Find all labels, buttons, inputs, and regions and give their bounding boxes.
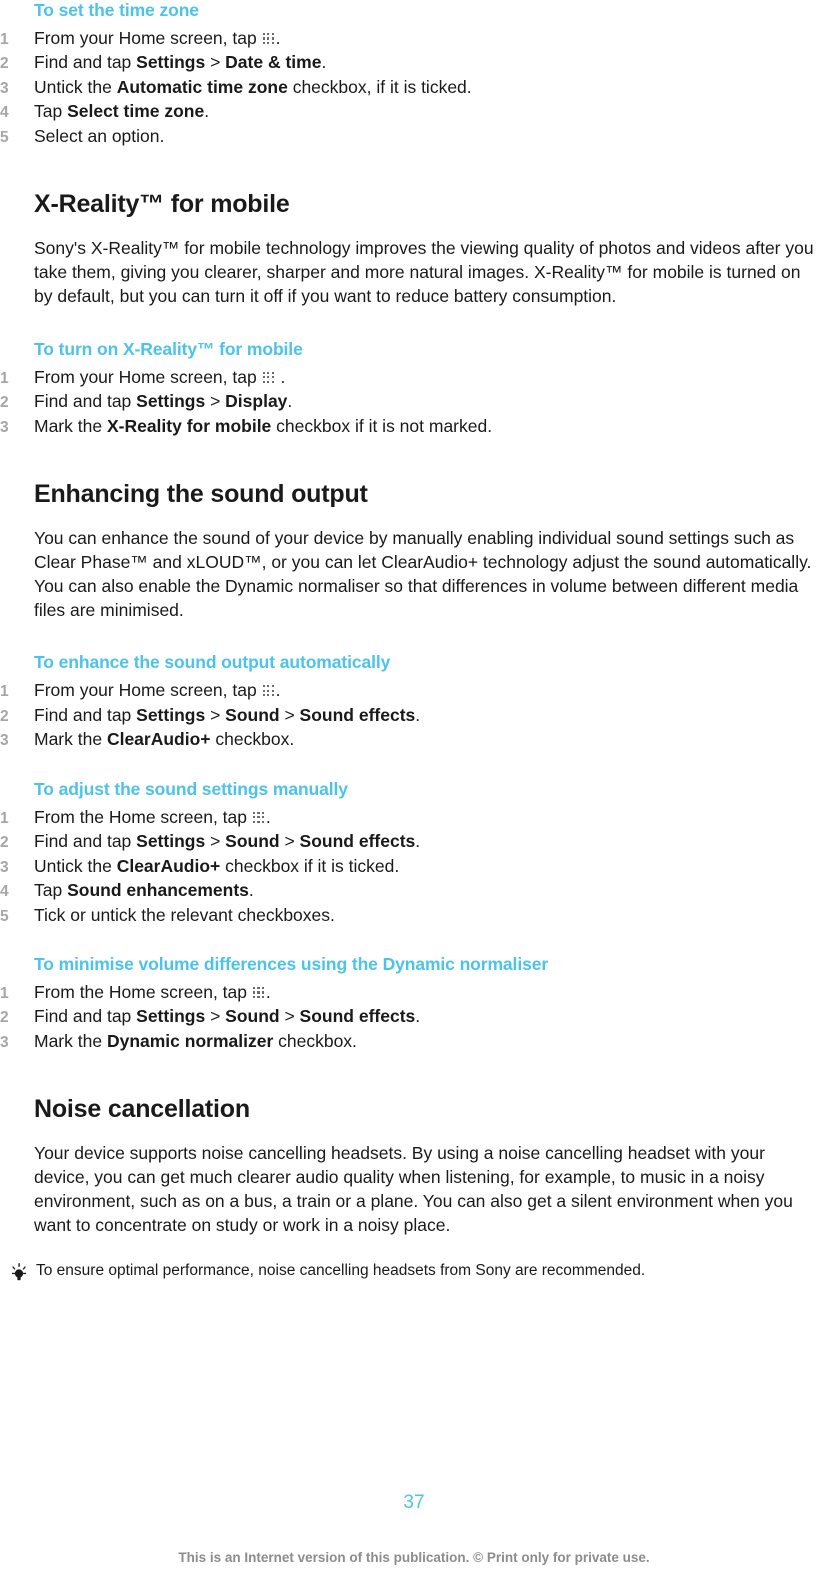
step-text: From the Home screen, tap . <box>34 806 271 827</box>
procedure-steps: 1 From your Home screen, tap . 2 Find and t… <box>0 366 828 440</box>
page-content: To set the time zone 1 From your Home scr… <box>0 0 828 1282</box>
procedure-title: To enhance the sound output automaticall… <box>34 652 391 673</box>
step-number: 2 <box>0 834 9 852</box>
step-number: 3 <box>0 1033 9 1051</box>
procedure-title: To set the time zone <box>34 0 199 20</box>
step-number: 3 <box>0 79 9 97</box>
procedure-step: 2 Find and tap Settings > Sound > Sound e… <box>0 1005 828 1030</box>
procedure-step: 1 From the Home screen, tap . <box>0 981 828 1006</box>
procedure-step: 1 From the Home screen, tap . <box>0 806 828 831</box>
procedure-title: To turn on X-Reality™ for mobile <box>34 338 303 359</box>
step-text: Find and tap Settings > Sound > Sound ef… <box>34 1006 421 1027</box>
tip-note: To ensure optimal performance, noise can… <box>0 1260 828 1282</box>
step-number: 3 <box>0 732 9 750</box>
procedure-turn-on-x-reality: To turn on X-Reality™ for mobile 1 From y… <box>0 339 828 439</box>
procedure-step: 2 Find and tap Settings > Sound > Sound e… <box>0 704 828 729</box>
step-number: 2 <box>0 394 9 412</box>
procedure-step: 2 Find and tap Settings > Date & time. <box>0 51 828 76</box>
step-text: Mark the Dynamic normalizer checkbox. <box>34 1030 357 1051</box>
step-text: From the Home screen, tap . <box>34 981 271 1002</box>
step-text: From your Home screen, tap . <box>34 680 281 701</box>
step-text: Tick or untick the relevant checkboxes. <box>34 904 335 925</box>
procedure-title: To adjust the sound settings manually <box>34 778 348 799</box>
step-number: 2 <box>0 55 9 73</box>
step-text: Tap Select time zone. <box>34 101 210 122</box>
procedure-title: To minimise volume differences using the… <box>34 954 549 975</box>
procedure-step: 1 From your Home screen, tap . <box>0 366 828 391</box>
step-number: 4 <box>0 104 9 122</box>
step-number: 1 <box>0 683 9 701</box>
step-number: 5 <box>0 907 9 925</box>
procedure-step: 1 From your Home screen, tap . <box>0 27 828 52</box>
step-text: From your Home screen, tap . <box>34 366 286 387</box>
procedure-adjust-sound-manually: To adjust the sound settings manually 1 F… <box>0 779 828 928</box>
procedure-step: 2 Find and tap Settings > Display. <box>0 390 828 415</box>
paragraph-noise-cancellation: Your device supports noise cancelling he… <box>34 1143 793 1235</box>
step-number: 4 <box>0 883 9 901</box>
page-number: 37 <box>403 1492 425 1513</box>
heading-x-reality: X-Reality™ for mobile <box>34 190 290 219</box>
tip-text: To ensure optimal performance, noise can… <box>36 1261 646 1279</box>
procedure-step: 2 Find and tap Settings > Sound > Sound e… <box>0 830 828 855</box>
lightbulb-icon <box>6 1262 34 1282</box>
procedure-steps: 1 From your Home screen, tap . 2 Find and t… <box>0 27 828 150</box>
app-drawer-icon <box>262 371 275 384</box>
app-drawer-icon <box>262 685 275 697</box>
step-number: 1 <box>0 809 9 827</box>
procedure-steps: 1 From the Home screen, tap . 2 Find and ta… <box>0 981 828 1055</box>
procedure-steps: 1 From your Home screen, tap . 2 Find and t… <box>0 679 828 753</box>
procedure-step: 3 Untick the Automatic time zone checkbox… <box>0 76 828 101</box>
step-text: Tap Sound enhancements. <box>34 880 254 901</box>
step-number: 1 <box>0 369 9 387</box>
app-drawer-icon <box>252 986 265 999</box>
step-number: 3 <box>0 858 9 876</box>
step-text: Mark the ClearAudio+ checkbox. <box>34 729 295 750</box>
footer-note: This is an Internet version of this publ… <box>178 1550 650 1565</box>
document-page: To set the time zone 1 From your Home scr… <box>0 0 828 1590</box>
procedure-step: 3 Untick the ClearAudio+ checkbox if it i… <box>0 855 828 880</box>
step-text: Find and tap Settings > Sound > Sound ef… <box>34 831 421 852</box>
procedure-step: 4 Tap Sound enhancements. <box>0 879 828 904</box>
step-number: 2 <box>0 707 9 725</box>
procedure-step: 5 Tick or untick the relevant checkboxes. <box>0 904 828 929</box>
procedure-enhance-sound-automatically: To enhance the sound output automaticall… <box>0 652 828 752</box>
paragraph-x-reality: Sony's X-Reality™ for mobile technology … <box>34 238 814 306</box>
app-drawer-icon <box>252 811 265 824</box>
step-text: Select an option. <box>34 125 165 146</box>
procedure-step: 3 Mark the ClearAudio+ checkbox. <box>0 728 828 753</box>
procedure-minimise-volume-differences: To minimise volume differences using the… <box>0 954 828 1054</box>
step-text: From your Home screen, tap . <box>34 27 281 48</box>
step-text: Mark the X-Reality for mobile checkbox i… <box>34 415 493 436</box>
procedure-step: 5 Select an option. <box>0 125 828 150</box>
procedure-step: 4 Tap Select time zone. <box>0 100 828 125</box>
step-text: Find and tap Settings > Sound > Sound ef… <box>34 704 421 725</box>
step-text: Untick the Automatic time zone checkbox,… <box>34 76 472 97</box>
procedure-steps: 1 From the Home screen, tap . 2 Find and ta… <box>0 806 828 929</box>
step-number: 1 <box>0 984 9 1002</box>
heading-noise-cancellation: Noise cancellation <box>34 1095 250 1124</box>
procedure-set-time-zone: To set the time zone 1 From your Home scr… <box>0 0 828 149</box>
procedure-step: 3 Mark the Dynamic normalizer checkbox. <box>0 1030 828 1055</box>
step-number: 1 <box>0 30 9 48</box>
step-text: Untick the ClearAudio+ checkbox if it is… <box>34 855 400 876</box>
step-number: 3 <box>0 418 9 436</box>
heading-enhancing-sound-output: Enhancing the sound output <box>34 480 368 509</box>
step-number: 2 <box>0 1009 9 1027</box>
app-drawer-icon <box>262 32 275 45</box>
procedure-step: 1 From your Home screen, tap . <box>0 679 828 704</box>
procedure-step: 3 Mark the X-Reality for mobile checkbox … <box>0 415 828 440</box>
step-number: 5 <box>0 128 9 146</box>
step-text: Find and tap Settings > Date & time. <box>34 52 327 73</box>
paragraph-enhancing-sound-output: You can enhance the sound of your device… <box>34 528 812 620</box>
step-text: Find and tap Settings > Display. <box>34 391 293 412</box>
